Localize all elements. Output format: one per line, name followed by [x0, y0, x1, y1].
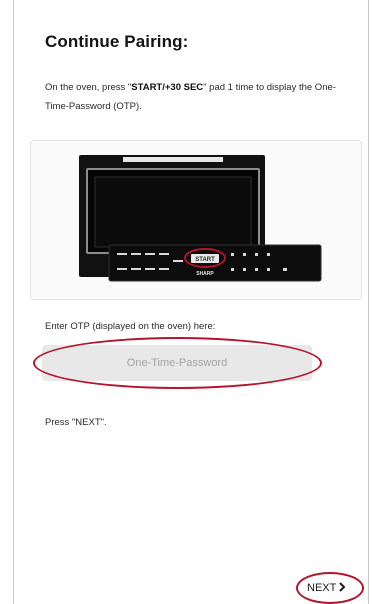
next-label: NEXT — [307, 582, 337, 594]
instruction-prefix: On the oven, press " — [45, 82, 132, 93]
start-key-label: START/+30 SEC — [131, 82, 204, 93]
oven-window — [94, 176, 252, 248]
page-title: Continue Pairing: — [45, 32, 189, 51]
press-next-text: Press "NEXT". — [45, 417, 107, 428]
pairing-instructions: On the oven, press "START/+30 SEC" pad 1… — [45, 78, 345, 116]
oven-top-vent — [123, 157, 223, 162]
next-button[interactable]: NEXT — [307, 578, 346, 598]
otp-input[interactable] — [42, 345, 312, 381]
otp-label: Enter OTP (displayed on the oven) here: — [45, 321, 216, 332]
start-key-text: START — [195, 257, 215, 263]
oven-brand-logo: SHARP — [196, 271, 214, 277]
oven-image-card: START SHARP — [30, 140, 362, 300]
oven-illustration: START SHARP — [79, 155, 322, 282]
chevron-right-icon — [339, 581, 346, 595]
